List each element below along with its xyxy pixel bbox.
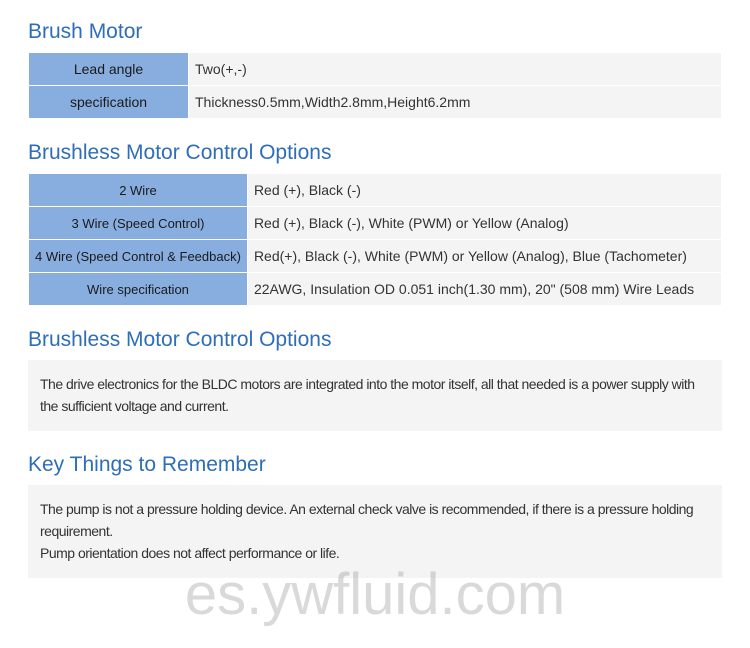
blmc-value-0: Red (+), Black (-) [247,174,721,207]
bm-label-0: Lead angle [29,53,189,86]
bm-value-1: Thickness0.5mm,Width2.8mm,Height6.2mm [189,86,722,119]
blmc-value-1: Red (+), Black (-), White (PWM) or Yello… [247,207,721,240]
key-things-box: The pump is not a pressure holding devic… [28,485,722,578]
brush-motor-title: Brush Motor [28,20,722,44]
brushless-text-box: The drive electronics for the BLDC motor… [28,360,722,431]
brush-motor-table: Lead angle Two(+,-) specification Thickn… [28,52,722,119]
brushless-table-title: Brushless Motor Control Options [28,141,722,165]
table-row: Wire specification 22AWG, Insulation OD … [29,273,722,306]
key-things-title: Key Things to Remember [28,453,722,477]
blmc-label-3: Wire specification [29,273,248,306]
page-content: Brush Motor Lead angle Two(+,-) specific… [0,0,750,598]
table-row: 3 Wire (Speed Control) Red (+), Black (-… [29,207,722,240]
blmc-label-1: 3 Wire (Speed Control) [29,207,248,240]
blmc-label-0: 2 Wire [29,174,248,207]
bm-value-0: Two(+,-) [189,53,722,86]
brushless-options-table: 2 Wire Red (+), Black (-) 3 Wire (Speed … [28,173,722,306]
key-things-line1: The pump is not a pressure holding devic… [40,499,710,542]
table-row: Lead angle Two(+,-) [29,53,722,86]
table-row: 2 Wire Red (+), Black (-) [29,174,722,207]
blmc-label-2: 4 Wire (Speed Control & Feedback) [29,240,248,273]
table-row: 4 Wire (Speed Control & Feedback) Red(+)… [29,240,722,273]
table-row: specification Thickness0.5mm,Width2.8mm,… [29,86,722,119]
brushless-text-title: Brushless Motor Control Options [28,328,722,352]
bm-label-1: specification [29,86,189,119]
blmc-value-2: Red(+), Black (-), White (PWM) or Yellow… [247,240,721,273]
key-things-line2: Pump orientation does not affect perform… [40,543,710,565]
blmc-value-3: 22AWG, Insulation OD 0.051 inch(1.30 mm)… [247,273,721,306]
